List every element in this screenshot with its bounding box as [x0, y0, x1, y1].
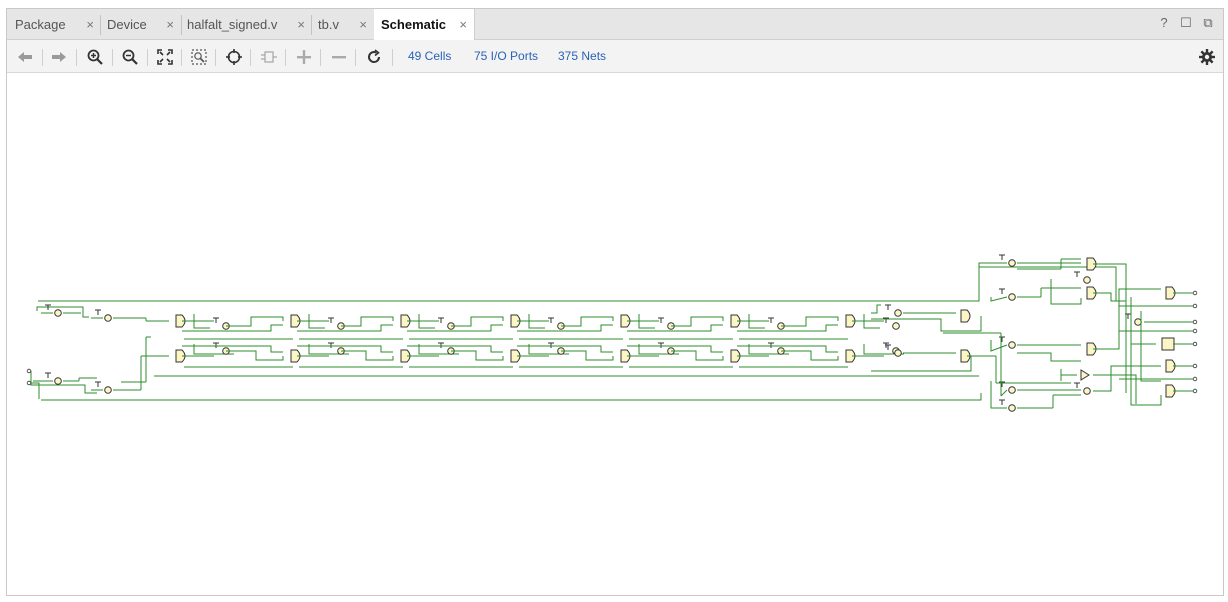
help-icon[interactable]: ? [1157, 15, 1171, 31]
tab-label: tb.v [318, 17, 339, 32]
inverter-gate[interactable] [1008, 259, 1016, 267]
forward-icon[interactable] [49, 47, 69, 67]
tab-schematic[interactable]: Schematic × [374, 9, 475, 40]
io-port[interactable] [1192, 388, 1198, 394]
close-icon[interactable]: × [166, 17, 174, 32]
refresh-icon[interactable] [364, 47, 384, 67]
io-port[interactable] [1192, 341, 1198, 347]
toolbar-divider [285, 49, 286, 66]
schematic-canvas[interactable] [7, 73, 1223, 595]
io-port[interactable] [1192, 363, 1198, 369]
toolbar-divider [215, 49, 216, 66]
io-port[interactable] [26, 380, 32, 386]
inverter-gate[interactable] [892, 322, 900, 330]
inverter-gate[interactable] [1008, 341, 1016, 349]
schematic-diagram[interactable] [7, 73, 1223, 595]
io-ports-count-link[interactable]: 75 I/O Ports [474, 49, 538, 63]
inverter-gate[interactable] [104, 386, 112, 394]
expand-icon[interactable] [294, 47, 314, 67]
io-port[interactable] [1192, 319, 1198, 325]
register-cell[interactable] [1161, 337, 1175, 351]
tab-label: Device [107, 17, 147, 32]
zoom-area-icon[interactable] [189, 47, 209, 67]
gear-icon[interactable] [1197, 47, 1217, 67]
io-port[interactable] [1192, 376, 1198, 382]
toolbar-divider [355, 49, 356, 66]
close-icon[interactable]: × [86, 17, 94, 32]
toolbar-divider [112, 49, 113, 66]
inverter-gate[interactable] [104, 314, 112, 322]
inverter-gate[interactable] [1134, 318, 1142, 326]
inverter-gate[interactable] [894, 349, 902, 357]
io-port[interactable] [26, 368, 32, 374]
toolbar-divider [320, 49, 321, 66]
inverter-gate[interactable] [1083, 387, 1091, 395]
toolbar-divider [42, 49, 43, 66]
toolbar-divider [181, 49, 182, 66]
buffer-gate[interactable] [1080, 369, 1090, 381]
zoom-in-icon[interactable] [85, 47, 105, 67]
inverter-gate[interactable] [894, 309, 902, 317]
close-icon[interactable]: × [297, 17, 305, 32]
schematic-window: Package × Device × halfalt_signed.v × tb… [6, 8, 1224, 596]
zoom-out-icon[interactable] [120, 47, 140, 67]
inverter-gate[interactable] [1008, 386, 1016, 394]
inverter-gate[interactable] [1083, 276, 1091, 284]
back-icon[interactable] [15, 47, 35, 67]
toolbar-divider [250, 49, 251, 66]
schematic-toolbar: 49 Cells 75 I/O Ports 375 Nets [7, 40, 1223, 73]
tab-halfalt-signed[interactable]: halfalt_signed.v × [181, 9, 312, 40]
fit-icon[interactable] [155, 47, 175, 67]
io-port[interactable] [1192, 290, 1198, 296]
inverter-gate[interactable] [54, 309, 62, 317]
inverter-gate[interactable] [54, 377, 62, 385]
maximize-icon[interactable]: ☐ [1179, 15, 1193, 31]
logic-gate[interactable] [960, 309, 971, 323]
find-icon[interactable] [224, 47, 244, 67]
toolbar-divider [147, 49, 148, 66]
close-icon[interactable]: × [359, 17, 367, 32]
close-icon[interactable]: × [459, 17, 467, 32]
io-port[interactable] [1192, 303, 1198, 309]
toolbar-divider [76, 49, 77, 66]
tab-tb[interactable]: tb.v × [312, 9, 374, 40]
tab-label: halfalt_signed.v [187, 17, 278, 32]
regenerate-icon[interactable] [259, 47, 279, 67]
tab-label: Package [15, 17, 66, 32]
collapse-icon[interactable] [329, 47, 349, 67]
io-port[interactable] [1192, 328, 1198, 334]
tab-package[interactable]: Package × [7, 9, 101, 40]
toolbar-divider [392, 49, 393, 66]
tab-device[interactable]: Device × [101, 9, 181, 40]
nets-count-link[interactable]: 375 Nets [558, 49, 606, 63]
inverter-gate[interactable] [1008, 293, 1016, 301]
tab-label: Schematic [381, 17, 447, 32]
tab-bar: Package × Device × halfalt_signed.v × tb… [7, 9, 1223, 40]
inverter-gate[interactable] [1008, 404, 1016, 412]
float-icon[interactable]: ⧉ [1201, 15, 1215, 31]
window-controls: ? ☐ ⧉ [1157, 15, 1215, 31]
cells-count-link[interactable]: 49 Cells [408, 49, 451, 63]
